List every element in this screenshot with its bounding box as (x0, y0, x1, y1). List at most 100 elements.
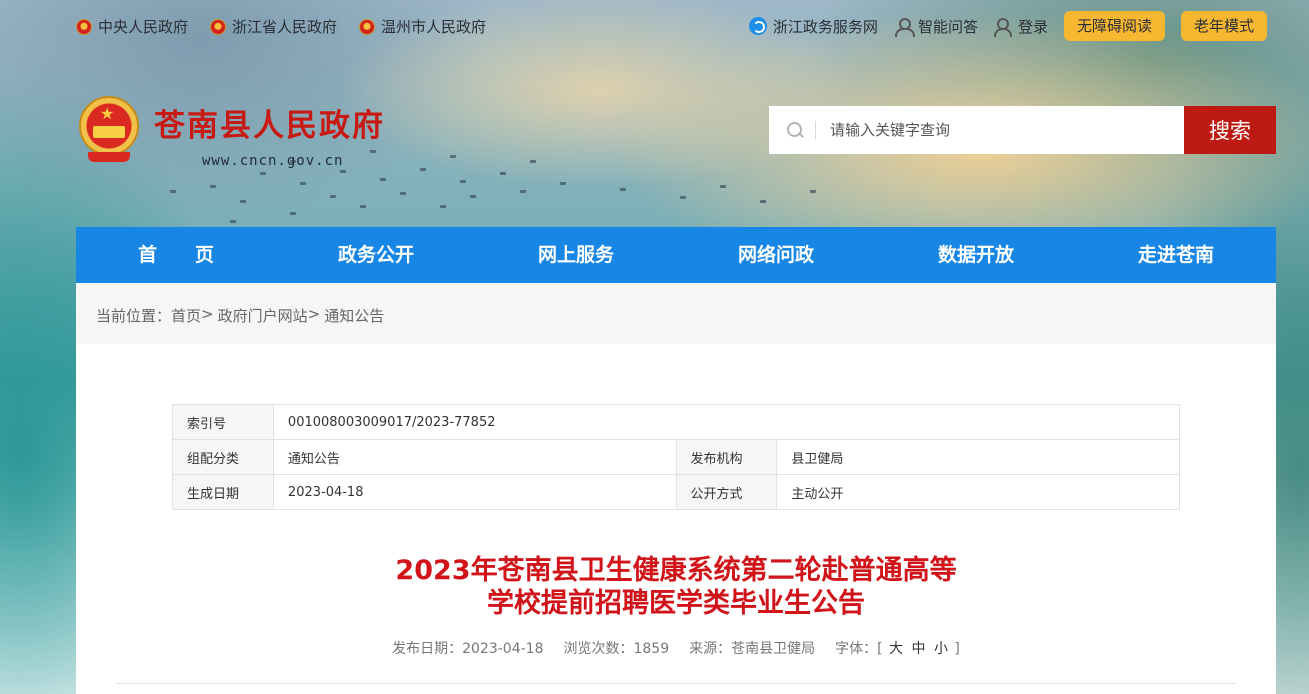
boat-decoration (210, 185, 216, 188)
user-icon (894, 17, 915, 37)
breadcrumb-bar: 当前位置： 首页 > 政府门户网站 > 通知公告 (76, 283, 1276, 344)
site-logo[interactable]: ★ 苍南县人民政府 www.cncn.gov.cn (76, 94, 385, 169)
index-label: 索引号 (172, 404, 274, 440)
category-label: 组配分类 (172, 439, 274, 475)
zj-service-label: 浙江政务服务网 (772, 17, 878, 36)
national-emblem-logo: ★ (76, 94, 142, 164)
nav-online-inquiry[interactable]: 网络问政 (676, 227, 876, 283)
boat-decoration (810, 190, 816, 193)
elder-mode-button[interactable]: 老年模式 (1180, 11, 1267, 41)
boat-decoration (500, 172, 506, 175)
boat-decoration (450, 155, 456, 158)
article-source: 来源：苍南县卫健局 (689, 641, 816, 657)
open-value: 主动公开 (776, 474, 1180, 510)
boat-decoration (400, 192, 406, 195)
search-button[interactable]: 搜索 (1184, 106, 1276, 154)
wenzhou-gov-link[interactable]: 温州市人民政府 (359, 16, 486, 37)
publish-date: 发布日期：2023-04-18 (392, 641, 544, 657)
boat-decoration (420, 168, 426, 171)
table-row: 生成日期 2023-04-18 公开方式 主动公开 (172, 474, 1180, 510)
boat-decoration (170, 190, 176, 193)
zhejiang-gov-link[interactable]: 浙江省人民政府 (210, 16, 337, 37)
search-bar: 搜索 (769, 106, 1276, 154)
top-tools: 浙江政务服务网 智能问答 登录 无障碍阅读 老年模式 (748, 11, 1267, 41)
boat-decoration (300, 182, 306, 185)
site-title: 苍南县人民政府 (154, 108, 385, 144)
breadcrumb-notice[interactable]: 通知公告 (324, 305, 384, 326)
article-title: 2023年苍南县卫生健康系统第二轮赴普通高等 学校提前招聘医学类毕业生公告 (76, 554, 1276, 620)
font-size-control: 字体：[ 大 中 小 ] (835, 638, 960, 658)
boat-decoration (290, 212, 296, 215)
zhejiang-service-icon (748, 17, 767, 35)
search-box (769, 106, 1184, 154)
document-meta-table: 索引号 001008003009017/2023-77852 组配分类 通知公告… (172, 404, 1181, 510)
smart-qa-link[interactable]: 智能问答 (894, 16, 978, 37)
table-row: 组配分类 通知公告 发布机构 县卫健局 (172, 439, 1180, 475)
login-link[interactable]: 登录 (993, 16, 1048, 37)
font-medium-button[interactable]: 中 (912, 641, 926, 657)
national-emblem-icon (210, 18, 227, 35)
search-input[interactable] (830, 121, 1150, 139)
article-title-line-2: 学校提前招聘医学类毕业生公告 (487, 588, 865, 619)
nav-gov-affairs[interactable]: 政务公开 (276, 227, 476, 283)
view-count: 浏览次数：1859 (563, 641, 670, 657)
central-gov-label: 中央人民政府 (98, 18, 189, 36)
boat-decoration (470, 195, 476, 198)
zj-service-link[interactable]: 浙江政务服务网 (748, 16, 878, 37)
login-user-icon (993, 17, 1012, 37)
article-meta: 发布日期：2023-04-18 浏览次数：1859 来源：苍南县卫健局 字体：[… (76, 638, 1276, 658)
main-nav: 首 页 政务公开 网上服务 网络问政 数据开放 走进苍南 (76, 227, 1276, 283)
breadcrumb-prefix: 当前位置： (96, 307, 172, 325)
category-value: 通知公告 (272, 439, 677, 475)
boat-decoration (360, 205, 366, 208)
font-size-close: ] (954, 641, 960, 657)
boat-decoration (720, 185, 726, 188)
breadcrumb-portal[interactable]: 政府门户网站 (218, 305, 308, 326)
boat-decoration (230, 220, 236, 223)
org-value: 县卫健局 (776, 439, 1180, 475)
date-value: 2023-04-18 (272, 474, 677, 510)
org-label: 发布机构 (675, 439, 778, 475)
breadcrumb-home[interactable]: 首页 (171, 305, 201, 326)
index-value: 001008003009017/2023-77852 (272, 404, 1181, 440)
national-emblem-icon (76, 18, 92, 35)
boat-decoration (260, 172, 266, 175)
login-label: 登录 (1017, 17, 1048, 36)
breadcrumb: 当前位置： 首页 > 政府门户网站 > 通知公告 (96, 305, 384, 326)
font-large-button[interactable]: 大 (889, 641, 903, 657)
boat-decoration (530, 160, 536, 163)
site-url: www.cncn.gov.cn (202, 153, 344, 169)
boat-decoration (460, 180, 466, 183)
open-label: 公开方式 (675, 474, 778, 510)
boat-decoration (330, 195, 336, 198)
accessibility-button[interactable]: 无障碍阅读 (1063, 11, 1165, 41)
boat-decoration (560, 182, 566, 185)
font-size-label: 字体：[ (835, 641, 883, 657)
table-row: 索引号 001008003009017/2023-77852 (172, 404, 1181, 440)
zhejiang-gov-label: 浙江省人民政府 (232, 18, 338, 36)
search-divider (815, 121, 816, 139)
wenzhou-gov-label: 温州市人民政府 (381, 18, 487, 36)
nav-open-data[interactable]: 数据开放 (876, 227, 1076, 283)
boat-decoration (240, 200, 246, 203)
boat-decoration (440, 205, 446, 208)
gov-links: 中央人民政府 浙江省人民政府 温州市人民政府 (76, 16, 486, 37)
article-title-line-1: 2023年苍南县卫生健康系统第二轮赴普通高等 (395, 555, 957, 586)
boat-decoration (380, 178, 386, 181)
boat-decoration (620, 188, 626, 191)
breadcrumb-separator: > (201, 305, 214, 323)
top-bar: 中央人民政府 浙江省人民政府 温州市人民政府 浙江政务服务网 智能问答 登录 无… (0, 0, 1309, 52)
central-gov-link[interactable]: 中央人民政府 (76, 16, 188, 37)
nav-about-cangnan[interactable]: 走进苍南 (1076, 227, 1276, 283)
boat-decoration (340, 170, 346, 173)
nav-home[interactable]: 首 页 (76, 227, 276, 283)
boat-decoration (520, 190, 526, 193)
article-content: 索引号 001008003009017/2023-77852 组配分类 通知公告… (76, 344, 1276, 694)
nav-online-service[interactable]: 网上服务 (476, 227, 676, 283)
font-small-button[interactable]: 小 (934, 641, 948, 657)
content-divider (116, 683, 1236, 684)
search-icon (787, 122, 803, 138)
breadcrumb-separator: > (307, 305, 321, 323)
boat-decoration (680, 196, 686, 199)
boat-decoration (760, 200, 766, 203)
